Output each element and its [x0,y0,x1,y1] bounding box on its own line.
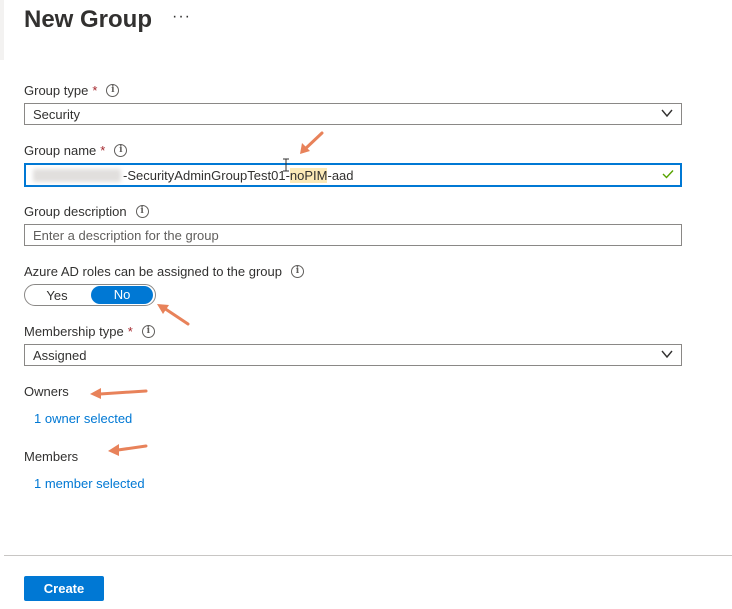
chevron-down-icon [661,109,673,118]
left-edge-rule [0,0,4,60]
info-icon[interactable]: i [135,205,149,218]
info-icon[interactable]: i [114,144,128,157]
required-marker: * [92,83,98,98]
group-description-label: Group description i [24,204,149,219]
chevron-down-icon [661,350,673,359]
info-icon[interactable]: i [291,265,304,278]
owners-link[interactable]: 1 owner selected [34,411,132,426]
page-title: New Group [24,6,153,33]
group-name-input[interactable]: -SecurityAdminGroupTest01- noPIM -aad [24,163,682,187]
group-name-value-tail: -aad [327,167,354,183]
azure-roles-label: Azure AD roles can be assigned to the gr… [24,264,304,279]
group-type-label: Group type * i [24,83,120,98]
annotation-arrow-icon [90,388,148,399]
group-name-label: Group name * i [24,143,128,158]
owners-label: Owners [24,384,69,399]
group-type-label-text: Group type [24,83,89,98]
toggle-yes-option[interactable]: Yes [25,288,89,303]
group-name-value-main: -SecurityAdminGroupTest01- [123,167,290,183]
text-cursor-icon [283,158,289,172]
membership-type-label: Membership type * i [24,324,155,339]
required-marker: * [127,324,133,339]
group-name-value-highlight: noPIM [289,167,328,183]
members-link[interactable]: 1 member selected [34,476,145,491]
required-marker: * [100,143,106,158]
azure-roles-label-text: Azure AD roles can be assigned to the gr… [24,264,282,279]
group-description-placeholder: Enter a description for the group [33,227,219,243]
group-type-value: Security [33,106,80,122]
members-label: Members [24,449,79,464]
membership-type-label-text: Membership type [24,324,124,339]
annotation-arrow-icon [300,131,324,154]
toggle-no-option[interactable]: No [91,286,153,304]
membership-type-value: Assigned [33,347,87,363]
info-icon[interactable]: i [106,84,120,97]
group-description-input[interactable]: Enter a description for the group [24,224,682,246]
annotation-arrow-icon [108,444,148,456]
more-options-icon[interactable]: ··· [172,8,191,26]
footer-divider [4,555,732,556]
valid-check-icon [662,170,674,179]
create-button[interactable]: Create [24,576,104,601]
membership-type-dropdown[interactable]: Assigned [24,344,682,366]
annotation-arrow-icon [157,304,190,326]
group-name-label-text: Group name [24,143,97,158]
group-description-label-text: Group description [24,204,127,219]
redacted-prefix [33,168,121,182]
azure-roles-toggle[interactable]: Yes No [24,284,156,306]
group-type-dropdown[interactable]: Security [24,103,682,125]
